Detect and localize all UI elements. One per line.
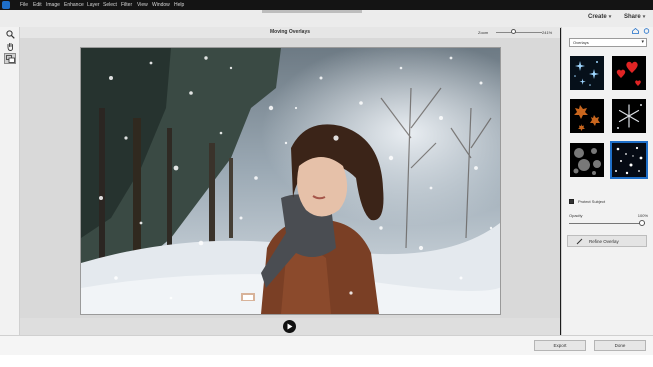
create-label: Create [588,14,607,20]
canvas-area: Moving Overlays Zoom 241% [20,27,560,335]
canvas-header: Moving Overlays Zoom 241% [20,27,560,38]
menu-image[interactable]: Image [46,2,60,8]
app-logo-icon [2,1,10,9]
zoom-value: 241% [542,30,553,35]
opacity-slider-track[interactable] [569,223,645,224]
overlay-type-value: Overlays [573,40,589,45]
chevron-down-icon: ▾ [642,14,646,20]
share-label: Share [624,14,641,20]
panel-settings-icon[interactable] [643,28,650,34]
tool-strip [0,27,20,335]
panel-icons [632,28,650,34]
play-button[interactable] [283,320,296,333]
export-button[interactable]: Export [534,340,586,351]
create-button[interactable]: Create ▾ [588,14,611,20]
menu-window[interactable]: Window [152,2,170,8]
refine-overlay-button[interactable]: Refine Overlay [567,235,647,247]
opacity-label: Opacity [569,213,583,218]
zoom-slider-track[interactable] [496,32,542,33]
overlay-thumb-bokeh-circles[interactable] [570,143,604,177]
zoom-tool-button[interactable] [4,29,16,40]
menu-file[interactable]: File [20,2,28,8]
menu-enhance[interactable]: Enhance [64,2,84,8]
refine-overlay-label: Refine Overlay [589,238,619,244]
chevron-down-icon: ▾ [641,39,644,45]
hand-icon [7,43,13,51]
pencil-icon [576,238,583,244]
play-icon [287,323,293,330]
red-hearts-icon [612,56,646,90]
menu-view[interactable]: View [137,2,148,8]
overlay-thumb-autumn-leaves[interactable] [570,99,604,133]
opacity-value: 100% [637,213,648,218]
hand-tool-button[interactable] [4,41,16,52]
overlay-thumb-falling-snow[interactable] [610,141,648,179]
menu-layer[interactable]: Layer [87,2,100,8]
bokeh-circles-icon [570,143,604,177]
protect-subject-checkbox[interactable] [569,199,574,204]
overlay-thumb-sparkle-stars[interactable] [570,56,604,90]
falling-snow-icon [612,143,646,177]
protect-subject-label: Protect Subject [578,199,606,204]
magnifier-icon [5,30,15,39]
overlay-thumb-snowflakes[interactable] [612,99,646,133]
home-icon[interactable] [632,28,639,34]
top-toolbar: Create ▾ Share ▾ [0,10,653,28]
overlay-tool-button[interactable] [4,53,16,64]
autumn-leaves-icon [570,99,604,133]
overlay-panel: Overlays ▾ Protect Subject Opacity 100% … [561,27,653,335]
opacity-slider-thumb[interactable] [639,220,645,226]
photo-canvas[interactable] [80,47,501,315]
menu-edit[interactable]: Edit [33,2,42,8]
menu-select[interactable]: Select [103,2,117,8]
menu-help[interactable]: Help [174,2,184,8]
playback-strip [20,318,560,335]
footer-bar: Export Done [0,335,653,356]
share-button[interactable]: Share ▾ [624,14,645,20]
chevron-down-icon: ▾ [608,14,612,20]
window-bottom-area [0,355,653,367]
document-tab[interactable] [262,10,362,13]
sparkle-stars-icon [570,56,604,90]
overlay-thumb-red-hearts[interactable] [612,56,646,90]
zoom-label: Zoom [478,30,489,35]
done-button[interactable]: Done [594,340,646,351]
snow-portrait-image [81,48,500,314]
menu-bar: File Edit Image Enhance Layer Select Fil… [0,0,653,10]
overlay-type-select[interactable]: Overlays ▾ [569,38,647,47]
move-overlay-icon [5,54,15,63]
snowflake-icon [612,99,646,133]
menu-filter[interactable]: Filter [121,2,132,8]
protect-subject-row[interactable]: Protect Subject [569,199,605,204]
